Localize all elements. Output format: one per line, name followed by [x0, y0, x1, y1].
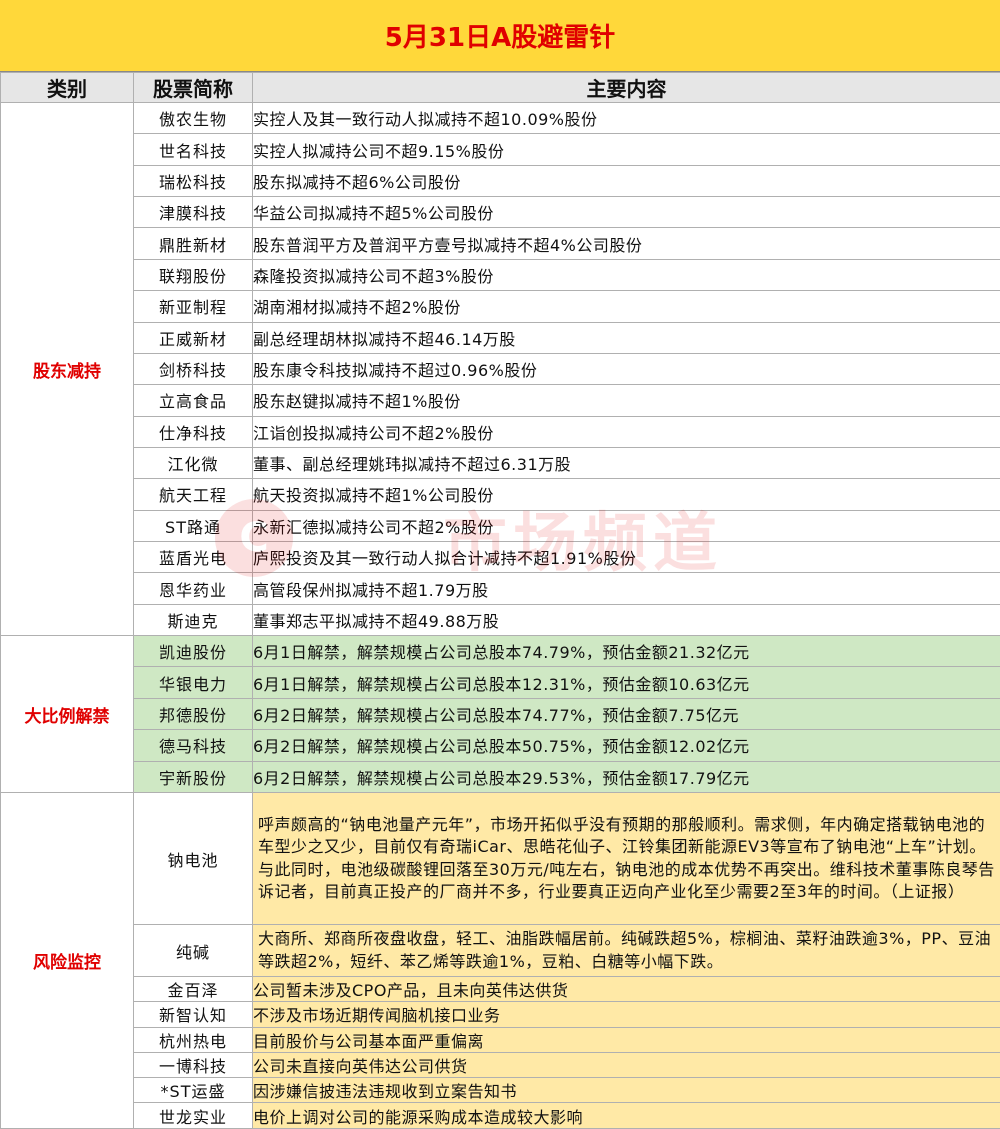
table-row: ST路通 永新汇德拟减持公司不超2%股份: [1, 509, 1000, 543]
table-row: 金百泽 公司暂未涉及CPO产品，且未向英伟达供货: [1, 976, 1000, 1003]
stock-name: 杭州热电: [133, 1026, 253, 1053]
stock-name: 世龙实业: [133, 1102, 253, 1129]
category-large-unlock: 大比例解禁: [0, 635, 134, 793]
stock-content: 6月2日解禁，解禁规模占公司总股本50.75%，预估金额12.02亿元: [252, 729, 1000, 762]
stock-content: 高管段保州拟减持不超1.79万股: [252, 572, 1000, 605]
stock-content: 呼声颇高的“钠电池量产元年”，市场开拓似乎没有预期的那般顺利。需求侧，年内确定搭…: [252, 791, 1000, 926]
table-row: 联翔股份 森隆投资拟减持公司不超3%股份: [1, 258, 1000, 292]
stock-content: 副总经理胡林拟减持不超46.14万股: [252, 321, 1000, 354]
table-row: 华银电力 6月1日解禁，解禁规模占公司总股本12.31%，预估金额10.63亿元: [1, 666, 1000, 699]
table-row: 世名科技 实控人拟减持公司不超9.15%股份: [1, 133, 1000, 166]
table-row: 正威新材 副总经理胡林拟减持不超46.14万股: [1, 321, 1000, 354]
stock-content: 公司未直接向英伟达公司供货: [252, 1051, 1000, 1079]
stock-name: ST路通: [133, 509, 253, 543]
stock-content: 实控人拟减持公司不超9.15%股份: [252, 133, 1000, 166]
stock-content: 江诣创投拟减持公司不超2%股份: [252, 415, 1000, 448]
page-title: 5月31日A股避雷针: [0, 0, 1000, 72]
stock-content: 永新汇德拟减持公司不超2%股份: [252, 509, 1000, 543]
table-row: 纯碱 大商所、郑商所夜盘收盘，轻工、油脂跌幅居前。纯碱跌超5%，棕榈油、菜籽油跌…: [1, 924, 1000, 978]
avoid-risk-table: 类别 股票简称 主要内容 股东减持 傲农生物 实控人及其一致行动人拟减持不超10…: [0, 72, 1000, 1129]
stock-name: 联翔股份: [133, 258, 253, 292]
stock-content: 股东赵键拟减持不超1%股份: [252, 384, 1000, 417]
stock-name: 傲农生物: [133, 101, 253, 135]
table-row: 世龙实业 电价上调对公司的能源采购成本造成较大影响: [1, 1102, 1000, 1129]
stock-content: 股东拟减持不超6%公司股份: [252, 164, 1000, 198]
table-row: 杭州热电 目前股价与公司基本面严重偏离: [1, 1026, 1000, 1053]
stock-name: 瑞松科技: [133, 164, 253, 198]
table-row: 新智认知 不涉及市场近期传闻脑机接口业务: [1, 1001, 1000, 1028]
table-row: 邦德股份 6月2日解禁，解禁规模占公司总股本74.77%，预估金额7.75亿元: [1, 697, 1000, 731]
table-row: 风险监控 钠电池 呼声颇高的“钠电池量产元年”，市场开拓似乎没有预期的那般顺利。…: [0, 791, 1000, 1129]
stock-name: 斯迪克: [133, 603, 253, 637]
stock-name: 世名科技: [133, 133, 253, 166]
stock-name: *ST运盛: [133, 1077, 253, 1104]
stock-name: 新亚制程: [133, 290, 253, 323]
stock-content: 6月2日解禁，解禁规模占公司总股本74.77%，预估金额7.75亿元: [252, 697, 1000, 731]
stock-content: 公司暂未涉及CPO产品，且未向英伟达供货: [252, 976, 1000, 1003]
table-row: 新亚制程 湖南湘材拟减持不超2%股份: [1, 290, 1000, 323]
stock-content: 森隆投资拟减持公司不超3%股份: [252, 258, 1000, 292]
table-row: 鼎胜新材 股东普润平方及普润平方壹号拟减持不超4%公司股份: [1, 227, 1000, 260]
stock-name: 邦德股份: [133, 697, 253, 731]
table-row: 蓝盾光电 庐熙投资及其一致行动人拟合计减持不超1.91%股份: [1, 541, 1000, 574]
table-row: 股东减持 傲农生物 实控人及其一致行动人拟减持不超10.09%股份: [0, 101, 1000, 637]
stock-content: 董事郑志平拟减持不超49.88万股: [252, 603, 1000, 637]
table-row: 航天工程 航天投资拟减持不超1%公司股份: [1, 478, 1000, 511]
stock-name: 航天工程: [133, 478, 253, 511]
stock-name: 剑桥科技: [133, 352, 253, 386]
stock-content: 航天投资拟减持不超1%公司股份: [252, 478, 1000, 511]
table-row: 江化微 董事、副总经理姚玮拟减持不超过6.31万股: [1, 446, 1000, 480]
stock-name: 金百泽: [133, 976, 253, 1003]
stock-content: 6月1日解禁，解禁规模占公司总股本12.31%，预估金额10.63亿元: [252, 666, 1000, 699]
stock-content: 实控人及其一致行动人拟减持不超10.09%股份: [252, 101, 1000, 135]
stock-name: 仕净科技: [133, 415, 253, 448]
table-row: 德马科技 6月2日解禁，解禁规模占公司总股本50.75%，预估金额12.02亿元: [1, 729, 1000, 762]
stock-content: 不涉及市场近期传闻脑机接口业务: [252, 1001, 1000, 1028]
table-row: 斯迪克 董事郑志平拟减持不超49.88万股: [1, 603, 1000, 637]
stock-content: 董事、副总经理姚玮拟减持不超过6.31万股: [252, 446, 1000, 480]
stock-name: 纯碱: [133, 924, 253, 978]
stock-name: 一博科技: [133, 1051, 253, 1079]
table-row: 津膜科技 华益公司拟减持不超5%公司股份: [1, 196, 1000, 229]
stock-content: 湖南湘材拟减持不超2%股份: [252, 290, 1000, 323]
table-row: 宇新股份 6月2日解禁，解禁规模占公司总股本29.53%，预估金额17.79亿元: [1, 760, 1000, 793]
table-row: 剑桥科技 股东康令科技拟减持不超过0.96%股份: [1, 352, 1000, 386]
category-risk-monitor: 风险监控: [0, 791, 134, 1129]
table-row: 立高食品 股东赵键拟减持不超1%股份: [1, 384, 1000, 417]
stock-content: 6月1日解禁，解禁规模占公司总股本74.79%，预估金额21.32亿元: [252, 635, 1000, 668]
stock-name: 正威新材: [133, 321, 253, 354]
stock-name: 恩华药业: [133, 572, 253, 605]
stock-content: 华益公司拟减持不超5%公司股份: [252, 196, 1000, 229]
stock-name: 钠电池: [133, 791, 253, 926]
stock-content: 目前股价与公司基本面严重偏离: [252, 1026, 1000, 1053]
stock-name: 立高食品: [133, 384, 253, 417]
table-row: 仕净科技 江诣创投拟减持公司不超2%股份: [1, 415, 1000, 448]
stock-name: 津膜科技: [133, 196, 253, 229]
stock-name: 凯迪股份: [133, 635, 253, 668]
table-row: 大比例解禁 凯迪股份 6月1日解禁，解禁规模占公司总股本74.79%，预估金额2…: [0, 635, 1000, 793]
stock-name: 蓝盾光电: [133, 541, 253, 574]
stock-content: 股东普润平方及普润平方壹号拟减持不超4%公司股份: [252, 227, 1000, 260]
stock-content: 6月2日解禁，解禁规模占公司总股本29.53%，预估金额17.79亿元: [252, 760, 1000, 793]
table-row: 瑞松科技 股东拟减持不超6%公司股份: [1, 164, 1000, 198]
stock-name: 华银电力: [133, 666, 253, 699]
table-row: *ST运盛 因涉嫌信披违法违规收到立案告知书: [1, 1077, 1000, 1104]
stock-name: 鼎胜新材: [133, 227, 253, 260]
table-row: 一博科技 公司未直接向英伟达公司供货: [1, 1051, 1000, 1079]
stock-content: 股东康令科技拟减持不超过0.96%股份: [252, 352, 1000, 386]
stock-content: 因涉嫌信披违法违规收到立案告知书: [252, 1077, 1000, 1104]
stock-name: 江化微: [133, 446, 253, 480]
stock-name: 宇新股份: [133, 760, 253, 793]
header-category: 类别: [0, 72, 134, 103]
stock-name: 德马科技: [133, 729, 253, 762]
stock-content: 电价上调对公司的能源采购成本造成较大影响: [252, 1102, 1000, 1129]
stock-content: 庐熙投资及其一致行动人拟合计减持不超1.91%股份: [252, 541, 1000, 574]
stock-name: 新智认知: [133, 1001, 253, 1028]
stock-content: 大商所、郑商所夜盘收盘，轻工、油脂跌幅居前。纯碱跌超5%，棕榈油、菜籽油跌逾3%…: [252, 924, 1000, 978]
table-row: 恩华药业 高管段保州拟减持不超1.79万股: [1, 572, 1000, 605]
category-shareholder-reduction: 股东减持: [0, 101, 134, 637]
header-stock-name: 股票简称: [133, 72, 253, 103]
header-content: 主要内容: [252, 72, 1000, 103]
